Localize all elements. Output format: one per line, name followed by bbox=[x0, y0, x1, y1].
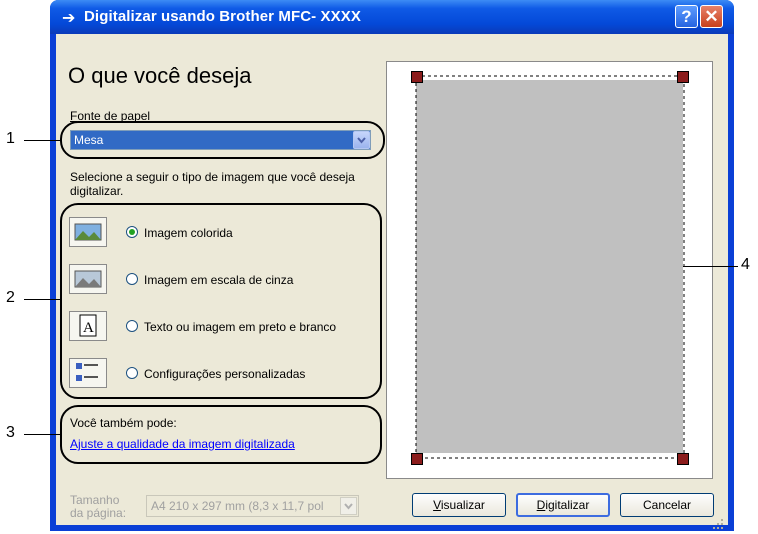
window-title: Digitalizar usando Brother MFC- XXXX bbox=[84, 8, 361, 25]
callout-leader-3 bbox=[24, 434, 60, 435]
page-title: O que você deseja bbox=[68, 63, 252, 88]
callout-number-1: 1 bbox=[6, 130, 15, 147]
crop-handle-bottom-right[interactable] bbox=[677, 453, 689, 465]
crop-handle-top-right[interactable] bbox=[677, 71, 689, 83]
page-size-label-line1: Tamanho bbox=[70, 493, 120, 507]
callout-leader-2 bbox=[24, 299, 60, 300]
callout-leader-4 bbox=[683, 266, 738, 267]
image-type-instruction: Selecione a seguir o tipo de imagem que … bbox=[70, 170, 355, 198]
scanner-icon: ➔ bbox=[62, 10, 76, 27]
callout-oval-2 bbox=[60, 203, 382, 399]
page-size-value: A4 210 x 297 mm (8,3 x 11,7 pol bbox=[151, 499, 324, 513]
scan-button[interactable]: Digitalizar bbox=[516, 493, 610, 517]
help-button[interactable]: ? bbox=[675, 5, 698, 28]
resize-grip-icon[interactable] bbox=[712, 518, 724, 530]
crop-handle-bottom-left[interactable] bbox=[411, 453, 423, 465]
callout-oval-3 bbox=[60, 405, 382, 464]
callout-number-2: 2 bbox=[6, 289, 15, 306]
callout-number-3: 3 bbox=[6, 424, 15, 441]
page-size-chevron-icon bbox=[340, 497, 357, 515]
crop-handle-top-left[interactable] bbox=[411, 71, 423, 83]
cancel-button[interactable]: Cancelar bbox=[620, 493, 714, 517]
callout-number-4: 4 bbox=[741, 256, 750, 273]
callout-leader-1 bbox=[24, 140, 60, 141]
preview-button[interactable]: Visualizar bbox=[412, 493, 506, 517]
crop-boundary[interactable] bbox=[404, 70, 694, 465]
close-button[interactable]: ✕ bbox=[700, 5, 723, 28]
page-size-label-line2: da página: bbox=[70, 506, 127, 520]
callout-oval-1 bbox=[60, 121, 385, 159]
